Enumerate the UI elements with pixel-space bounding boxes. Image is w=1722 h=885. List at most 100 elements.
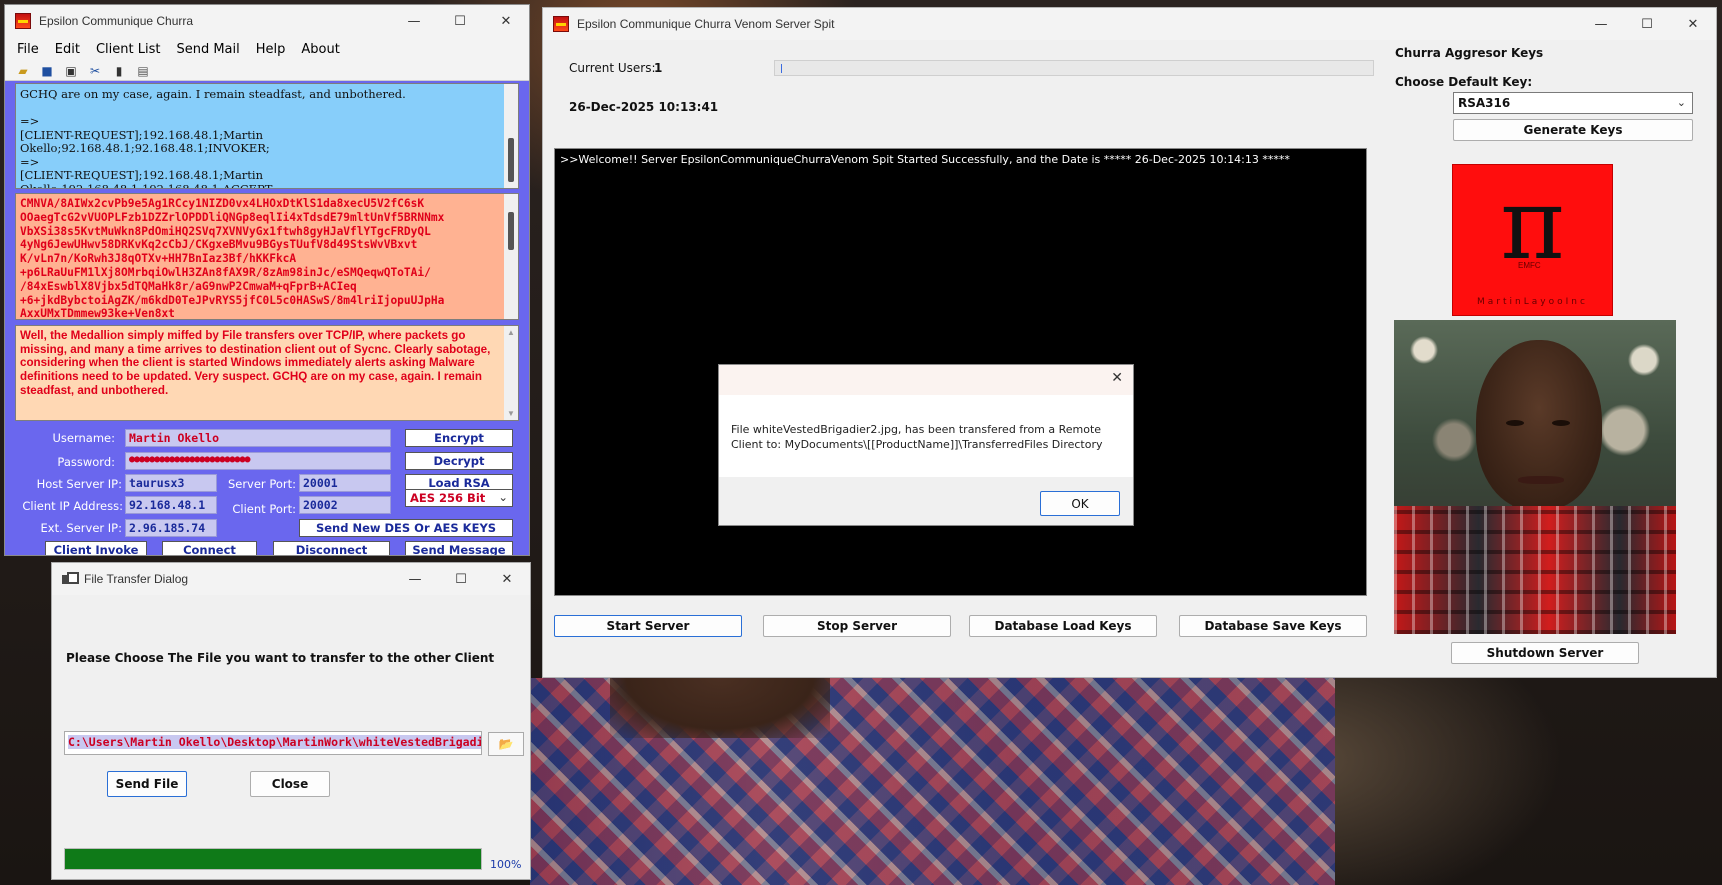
server-port-field[interactable]: 20001 xyxy=(299,474,391,492)
cipher-text-pane[interactable]: CMNVA/8AIWx2cvPb9e5Ag1RCcy1NIZD0vx4LHOxD… xyxy=(15,193,519,320)
scroll-up-arrow-icon[interactable]: ▲ xyxy=(504,328,518,337)
cut-icon[interactable]: ✂ xyxy=(87,64,103,78)
cipher-scrollbar[interactable] xyxy=(504,194,518,319)
encrypt-button[interactable]: Encrypt xyxy=(405,429,513,447)
menu-about[interactable]: About xyxy=(301,42,339,57)
client-titlebar[interactable]: Epsilon Communique Churra — ☐ ✕ xyxy=(5,5,529,37)
username-field[interactable]: Martin Okello xyxy=(125,429,391,447)
maximize-button[interactable]: ☐ xyxy=(1624,8,1670,40)
app-logo-icon xyxy=(15,13,31,29)
client-window: Epsilon Communique Churra — ☐ ✕ File Edi… xyxy=(4,4,530,556)
close-button[interactable]: ✕ xyxy=(484,563,530,595)
password-field[interactable]: ●●●●●●●●●●●●●●●●●●●●●●●● xyxy=(125,452,391,470)
host-server-ip-field[interactable]: taurusx3 xyxy=(125,474,217,492)
chevron-down-icon: ⌄ xyxy=(1676,96,1686,109)
cipher-algorithm-select[interactable]: AES 256 Bit ⌄ xyxy=(405,489,513,507)
password-label: Password: xyxy=(57,455,115,469)
send-keys-button[interactable]: Send New DES Or AES KEYS xyxy=(299,519,513,537)
chat-scrollbar[interactable] xyxy=(504,84,518,188)
open-folder-icon: 📂 xyxy=(498,737,514,751)
current-users-count: 1 xyxy=(654,61,663,75)
current-users-input[interactable] xyxy=(774,60,1374,76)
save-all-icon[interactable]: ▣ xyxy=(63,64,79,78)
server-window: Epsilon Communique Churra Venom Server S… xyxy=(542,7,1717,678)
scroll-down-arrow-icon[interactable]: ▼ xyxy=(504,409,518,418)
stop-server-button[interactable]: Stop Server xyxy=(763,615,951,637)
message-scrollbar[interactable]: ▲ ▼ xyxy=(504,326,518,420)
menu-help[interactable]: Help xyxy=(256,42,286,57)
logo-emfc-text: EMFC xyxy=(1518,261,1541,270)
desktop-wallpaper-photo xyxy=(530,678,1335,885)
transfer-complete-dialog: ✕ File whiteVestedBrigadier2.jpg, has be… xyxy=(718,364,1134,526)
client-ip-label: Client IP Address: xyxy=(22,499,123,513)
cipher-algorithm-value: AES 256 Bit xyxy=(410,491,486,505)
paste-icon[interactable]: ▮ xyxy=(111,64,127,78)
menu-send-mail[interactable]: Send Mail xyxy=(176,42,239,57)
client-window-title: Epsilon Communique Churra xyxy=(39,14,194,28)
minimize-button[interactable]: — xyxy=(392,563,438,595)
disconnect-button[interactable]: Disconnect xyxy=(273,541,390,555)
connect-button[interactable]: Connect xyxy=(162,541,257,555)
decrypt-button[interactable]: Decrypt xyxy=(405,452,513,470)
server-titlebar[interactable]: Epsilon Communique Churra Venom Server S… xyxy=(543,8,1716,40)
client-invoke-button[interactable]: Client Invoke xyxy=(45,541,147,555)
client-ip-field[interactable]: 92.168.48.1 xyxy=(125,496,217,514)
message-text[interactable]: Well, the Medallion simply miffed by Fil… xyxy=(20,329,500,398)
cipher-text: CMNVA/8AIWx2cvPb9e5Ag1RCcy1NIZD0vx4LHOxD… xyxy=(20,197,445,320)
ext-server-ip-field[interactable]: 2.96.185.74 xyxy=(125,519,217,537)
menu-bar: File Edit Client List Send Mail Help Abo… xyxy=(5,37,529,61)
send-message-button[interactable]: Send Message xyxy=(405,541,513,555)
server-window-title: Epsilon Communique Churra Venom Server S… xyxy=(577,17,835,31)
save-icon[interactable]: ■ xyxy=(39,64,55,78)
transfer-progress-bar xyxy=(64,848,482,870)
generate-keys-button[interactable]: Generate Keys xyxy=(1453,119,1693,141)
dialog-titlebar[interactable]: ✕ xyxy=(719,365,1133,395)
close-button[interactable]: ✕ xyxy=(1670,8,1716,40)
file-transfer-titlebar[interactable]: File Transfer Dialog — ☐ ✕ xyxy=(52,563,530,595)
choose-key-label: Choose Default Key: xyxy=(1395,75,1533,89)
company-logo: π EMFC MartinLayooInc xyxy=(1452,164,1613,316)
transfer-progress-percent: 100% xyxy=(490,858,522,871)
close-dialog-button[interactable]: Close xyxy=(250,771,330,797)
file-transfer-icon xyxy=(62,572,79,586)
chat-log-pane[interactable]: GCHQ are on my case, again. I remain ste… xyxy=(15,83,519,189)
dialog-message: File whiteVestedBrigadier2.jpg, has been… xyxy=(731,423,1103,451)
chat-log-text: GCHQ are on my case, again. I remain ste… xyxy=(20,87,406,189)
transfer-progress-fill xyxy=(65,849,481,869)
server-port-label: Server Port: xyxy=(227,477,296,491)
minimize-button[interactable]: — xyxy=(391,5,437,37)
menu-file[interactable]: File xyxy=(17,42,39,57)
menu-edit[interactable]: Edit xyxy=(55,42,80,57)
ok-button[interactable]: OK xyxy=(1040,491,1120,516)
client-port-field[interactable]: 20002 xyxy=(299,496,391,514)
host-server-ip-label: Host Server IP: xyxy=(36,477,122,491)
browse-folder-button[interactable]: 📂 xyxy=(488,732,524,756)
database-load-keys-button[interactable]: Database Load Keys xyxy=(969,615,1157,637)
profile-photo xyxy=(1394,320,1676,634)
print-preview-icon[interactable]: ▤ xyxy=(135,64,151,78)
file-path-input[interactable]: C:\Users\Martin Okello\Desktop\MartinWor… xyxy=(64,731,482,755)
database-save-keys-button[interactable]: Database Save Keys xyxy=(1179,615,1367,637)
file-transfer-window: File Transfer Dialog — ☐ ✕ Please Choose… xyxy=(51,562,531,880)
file-transfer-title: File Transfer Dialog xyxy=(84,572,189,586)
open-folder-icon[interactable]: ▰ xyxy=(15,64,31,78)
menu-client-list[interactable]: Client List xyxy=(96,42,161,57)
minimize-button[interactable]: — xyxy=(1578,8,1624,40)
maximize-button[interactable]: ☐ xyxy=(438,563,484,595)
client-port-label: Client Port: xyxy=(232,502,296,516)
shutdown-server-button[interactable]: Shutdown Server xyxy=(1451,642,1639,664)
ext-server-ip-label: Ext. Server IP: xyxy=(40,521,122,535)
console-text: >>Welcome!! Server EpsilonCommuniqueChur… xyxy=(560,153,1290,166)
default-key-select[interactable]: RSA316 ⌄ xyxy=(1453,92,1693,114)
logo-company-text: MartinLayooInc xyxy=(1477,297,1588,307)
close-icon[interactable]: ✕ xyxy=(1111,370,1123,386)
dialog-body: File whiteVestedBrigadier2.jpg, has been… xyxy=(719,395,1133,477)
send-file-button[interactable]: Send File xyxy=(107,771,187,797)
keys-heading: Churra Aggresor Keys xyxy=(1395,46,1544,60)
close-button[interactable]: ✕ xyxy=(483,5,529,37)
maximize-button[interactable]: ☐ xyxy=(437,5,483,37)
file-path-value: C:\Users\Martin Okello\Desktop\MartinWor… xyxy=(68,735,482,749)
message-input-pane[interactable]: Well, the Medallion simply miffed by Fil… xyxy=(15,325,519,421)
chevron-down-icon: ⌄ xyxy=(498,490,508,504)
start-server-button[interactable]: Start Server xyxy=(554,615,742,637)
